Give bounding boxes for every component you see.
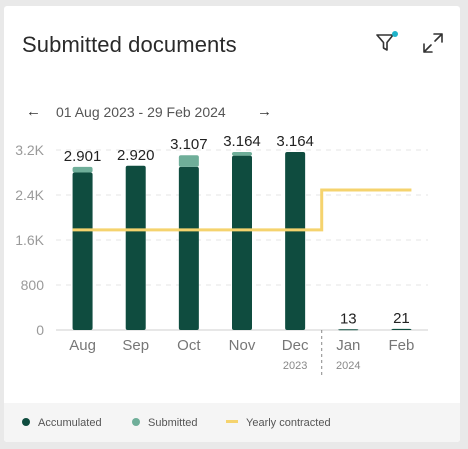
submitted-documents-chart: 0 800 1.6K 2.4K 3.2K 2.901 2.920 3.107 3.164 3.16… [15,136,428,376]
data-label: 3.107 [170,136,208,153]
data-label: 21 [393,310,410,327]
bar-submitted [178,155,199,167]
x-tick-label: Jan [336,337,360,354]
legend-item-accumulated[interactable]: Accumulated [22,415,102,431]
legend-item-yearly-contracted[interactable]: Yearly contracted [226,415,331,431]
bar-accumulated [125,165,146,330]
data-label: 3.164 [276,136,314,150]
x-tick-label: Aug [69,337,96,354]
x-tick-label: Dec [282,337,309,354]
bar-accumulated [391,328,412,330]
bar-accumulated [285,152,306,330]
y-tick-label: 800 [21,277,45,293]
filter-icon [376,31,398,51]
filter-active-badge [392,31,398,37]
x-tick-label: Sep [122,337,149,354]
legend-item-submitted[interactable]: Submitted [132,415,198,431]
filter-button[interactable] [374,30,400,56]
legend-label: Yearly contracted [246,417,331,429]
next-range-button[interactable]: → [257,102,272,122]
card-title: Submitted documents [22,32,237,57]
bar-accumulated [232,155,252,330]
legend-swatch-submitted [132,418,140,426]
y-tick-label: 0 [36,322,44,338]
x-tick-label: Nov [229,337,256,354]
x-tick-label: Feb [388,337,414,354]
year-label: 2023 [283,360,307,372]
data-label: 3.164 [223,136,261,150]
legend-label: Submitted [148,417,198,429]
previous-range-button[interactable]: ← [26,102,41,122]
legend-swatch-accumulated [22,418,30,426]
submitted-documents-card: Submitted documents ← 01 Aug 2023 - 29 F… [4,6,460,442]
legend-swatch-yearly-contracted [226,420,238,423]
legend-label: Accumulated [38,417,102,429]
bar-submitted [72,166,93,173]
y-tick-label: 1.6K [15,232,44,248]
year-label: 2024 [336,360,360,372]
y-tick-label: 2.4K [15,187,44,203]
date-range-label: 01 Aug 2023 - 29 Feb 2024 [56,104,226,120]
data-label: 2.901 [64,148,102,165]
chart-legend: Accumulated Submitted Yearly contracted [4,403,460,442]
bar-submitted [232,152,252,156]
bar-accumulated [338,329,359,331]
data-label: 2.920 [117,147,155,164]
bar-accumulated [72,172,93,330]
data-label: 13 [340,310,357,327]
x-tick-label: Oct [177,337,201,354]
bar-accumulated [178,166,199,330]
y-tick-label: 3.2K [15,142,44,158]
expand-icon [423,33,443,53]
expand-button[interactable] [420,30,446,56]
